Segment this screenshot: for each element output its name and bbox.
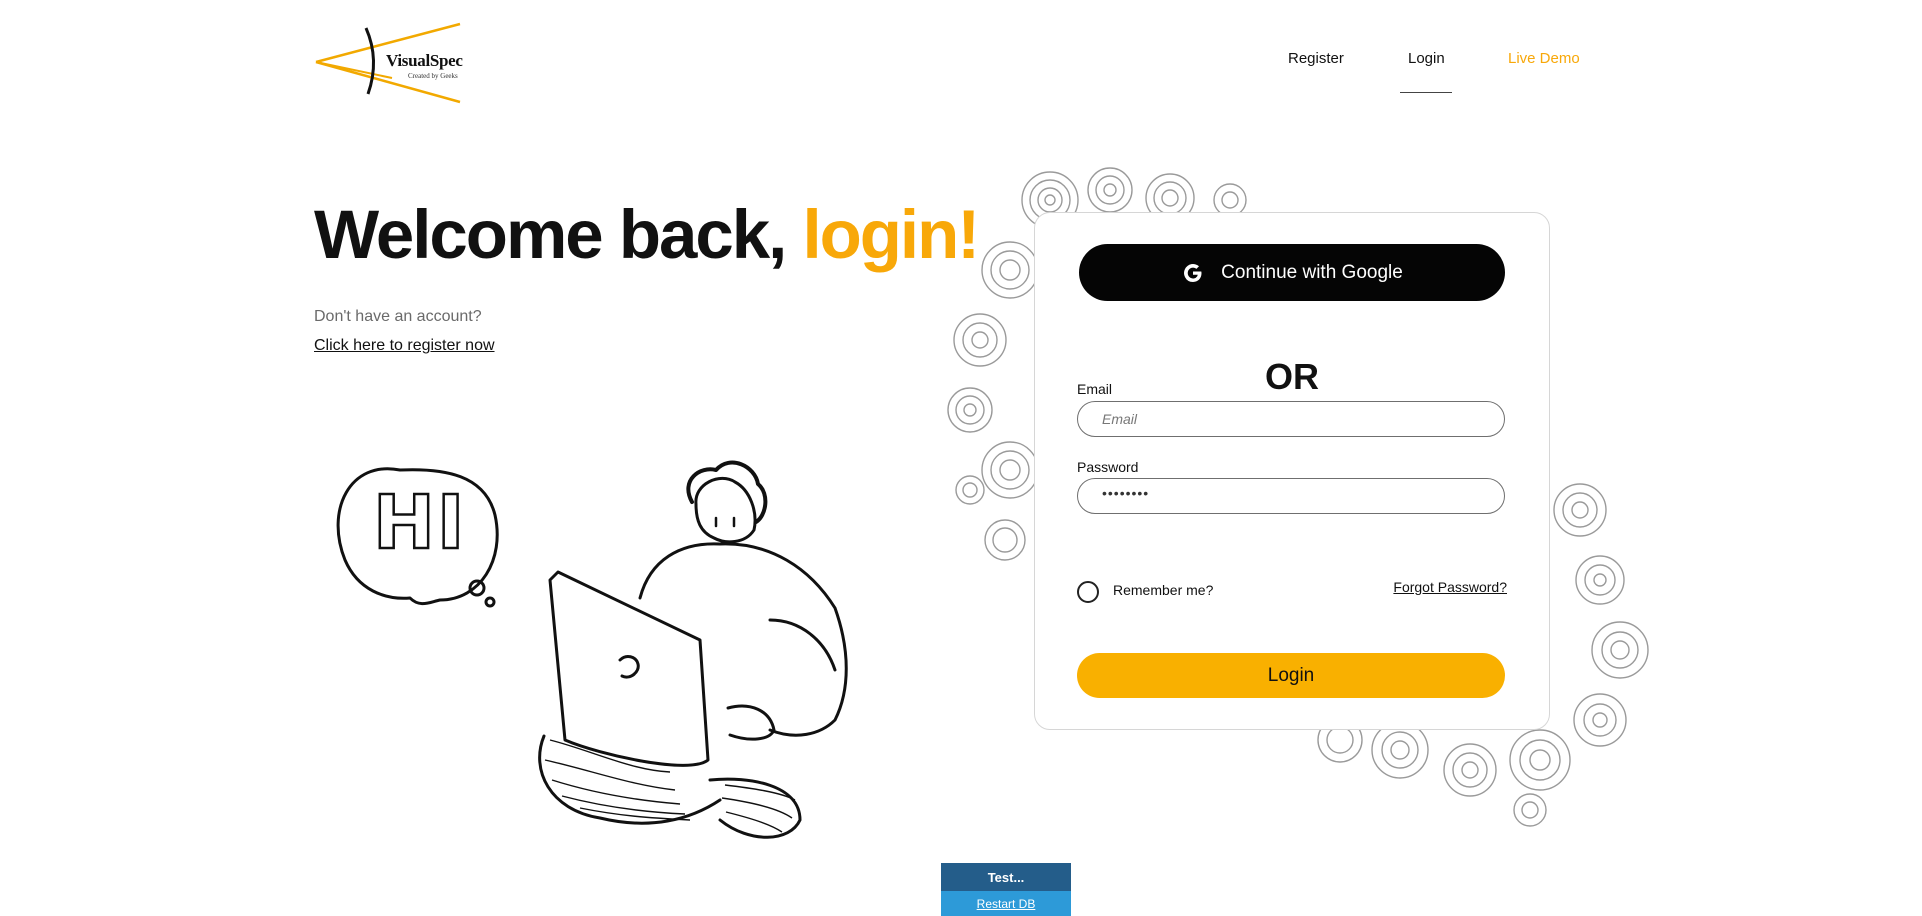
remember-me-label: Remember me? [1113, 582, 1214, 598]
login-button-label: Login [1267, 664, 1315, 686]
nav-live-demo-link[interactable]: Live Demo [1508, 50, 1580, 67]
test-panel: Test... Restart DB [941, 863, 1071, 916]
password-value: •••••••• [1102, 485, 1150, 501]
forgot-password-link[interactable]: Forgot Password? [1393, 579, 1507, 595]
email-placeholder: Email [1102, 411, 1138, 427]
nav-active-underline [1400, 92, 1452, 93]
nav-login-link[interactable]: Login [1408, 50, 1445, 67]
email-field[interactable]: Email [1077, 401, 1505, 437]
email-label: Email [1077, 381, 1113, 397]
or-divider: OR [1265, 356, 1319, 397]
continue-with-google-label: Continue with Google [1221, 261, 1403, 283]
page-title-main: Welcome back, [314, 196, 787, 273]
nav-register-link[interactable]: Register [1288, 50, 1344, 67]
brand-logo[interactable]: VisualSpec Created by Geeks [314, 22, 466, 106]
login-button[interactable]: Login [1077, 653, 1505, 698]
register-now-link[interactable]: Click here to register now [314, 337, 495, 355]
no-account-text: Don't have an account? [314, 308, 482, 325]
brand-tagline: Created by Geeks [408, 72, 458, 80]
login-card: Continue with Google OR Email Email Pass… [1034, 212, 1550, 730]
page-title: Welcome back, login! [314, 200, 980, 269]
speech-bubble-text: HI [372, 479, 467, 568]
test-panel-title: Test... [941, 863, 1071, 891]
remember-me-checkbox[interactable] [1077, 581, 1099, 603]
brand-name: VisualSpec [386, 51, 463, 70]
restart-db-link[interactable]: Restart DB [941, 891, 1071, 916]
google-g-icon [1184, 263, 1202, 282]
password-label: Password [1077, 459, 1139, 475]
password-field[interactable]: •••••••• [1077, 478, 1505, 514]
continue-with-google-button[interactable]: Continue with Google [1079, 244, 1505, 301]
